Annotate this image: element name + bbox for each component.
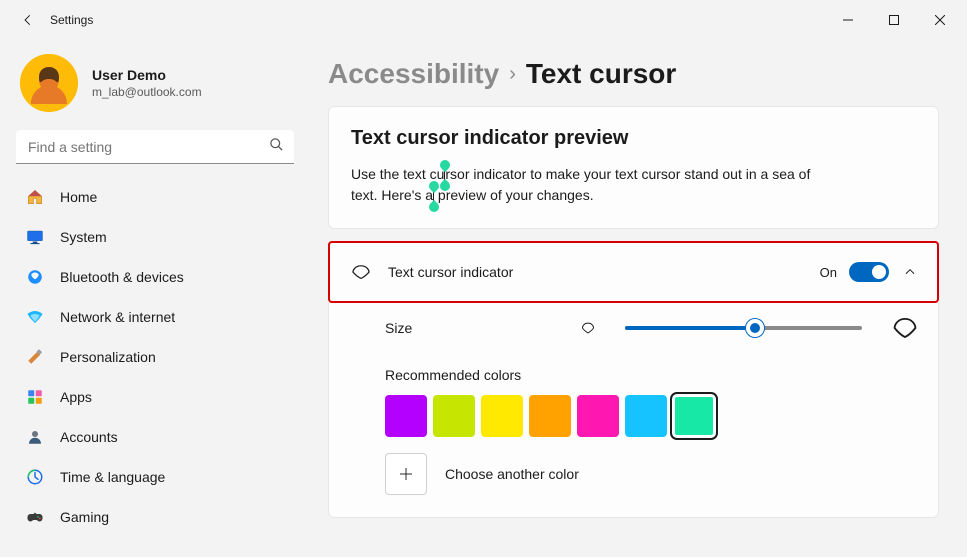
nav-icon xyxy=(26,468,44,486)
nav-icon xyxy=(26,428,44,446)
nav-label: Bluetooth & devices xyxy=(60,269,184,285)
close-button[interactable] xyxy=(917,4,963,36)
search-input[interactable] xyxy=(16,130,294,164)
nav-label: Network & internet xyxy=(60,309,175,325)
text-cursor-indicator-row[interactable]: Text cursor indicator On xyxy=(328,241,939,303)
breadcrumb-parent[interactable]: Accessibility xyxy=(328,58,499,90)
color-swatch-6[interactable] xyxy=(673,395,715,437)
nav-icon xyxy=(26,388,44,406)
chevron-right-icon: › xyxy=(509,63,516,86)
indicator-state: On xyxy=(820,265,837,280)
avatar xyxy=(20,54,78,112)
sidebar-item-network-internet[interactable]: Network & internet xyxy=(14,298,296,336)
text-cursor-indicator-preview-1 xyxy=(444,164,445,185)
nav-icon xyxy=(26,188,44,206)
sidebar-item-home[interactable]: Home xyxy=(14,178,296,216)
back-button[interactable] xyxy=(16,8,40,32)
breadcrumb: Accessibility › Text cursor xyxy=(328,58,939,90)
sidebar-item-gaming[interactable]: Gaming xyxy=(14,498,296,536)
nav-icon xyxy=(26,348,44,366)
text-cursor-indicator-preview-2 xyxy=(433,185,434,206)
window-title: Settings xyxy=(50,13,93,27)
preview-heading: Text cursor indicator preview xyxy=(351,127,916,150)
user-name: User Demo xyxy=(92,67,202,83)
choose-another-color-button[interactable] xyxy=(385,453,427,495)
sidebar-item-time-language[interactable]: Time & language xyxy=(14,458,296,496)
slider-thumb[interactable] xyxy=(746,319,764,337)
user-profile[interactable]: User Demo m_lab@outlook.com xyxy=(14,48,296,130)
preview-text: Use the text cursor indicator to make yo… xyxy=(351,164,831,206)
color-swatch-5[interactable] xyxy=(625,395,667,437)
size-preview-small-icon xyxy=(581,322,595,334)
nav-label: System xyxy=(60,229,107,245)
size-preview-large-icon xyxy=(892,317,918,339)
choose-another-color-label: Choose another color xyxy=(445,466,579,482)
indicator-label: Text cursor indicator xyxy=(388,264,820,280)
color-swatch-0[interactable] xyxy=(385,395,427,437)
color-swatch-2[interactable] xyxy=(481,395,523,437)
recommended-colors-heading: Recommended colors xyxy=(385,367,918,383)
color-swatch-4[interactable] xyxy=(577,395,619,437)
minimize-button[interactable] xyxy=(825,4,871,36)
sidebar-item-system[interactable]: System xyxy=(14,218,296,256)
preview-card: Text cursor indicator preview Use the te… xyxy=(328,106,939,229)
nav-label: Gaming xyxy=(60,509,109,525)
nav-icon xyxy=(26,268,44,286)
user-email: m_lab@outlook.com xyxy=(92,85,202,99)
chevron-up-icon[interactable] xyxy=(903,265,917,279)
size-label: Size xyxy=(385,320,565,336)
sidebar-item-apps[interactable]: Apps xyxy=(14,378,296,416)
size-slider[interactable] xyxy=(625,318,862,338)
nav-icon xyxy=(26,228,44,246)
nav-label: Apps xyxy=(60,389,92,405)
page-title: Text cursor xyxy=(526,58,676,90)
nav-label: Personalization xyxy=(60,349,156,365)
nav-label: Accounts xyxy=(60,429,118,445)
indicator-subpanel: Size Recommended colors Choose another c… xyxy=(328,303,939,518)
search-box[interactable] xyxy=(16,130,294,164)
sidebar-item-personalization[interactable]: Personalization xyxy=(14,338,296,376)
nav-icon xyxy=(26,308,44,326)
search-icon xyxy=(269,137,284,157)
color-swatch-3[interactable] xyxy=(529,395,571,437)
nav-label: Home xyxy=(60,189,97,205)
maximize-button[interactable] xyxy=(871,4,917,36)
indicator-icon xyxy=(350,264,372,280)
nav-label: Time & language xyxy=(60,469,165,485)
sidebar-item-bluetooth-devices[interactable]: Bluetooth & devices xyxy=(14,258,296,296)
color-swatch-1[interactable] xyxy=(433,395,475,437)
indicator-toggle[interactable] xyxy=(849,262,889,282)
sidebar-item-accounts[interactable]: Accounts xyxy=(14,418,296,456)
nav-icon xyxy=(26,508,44,526)
